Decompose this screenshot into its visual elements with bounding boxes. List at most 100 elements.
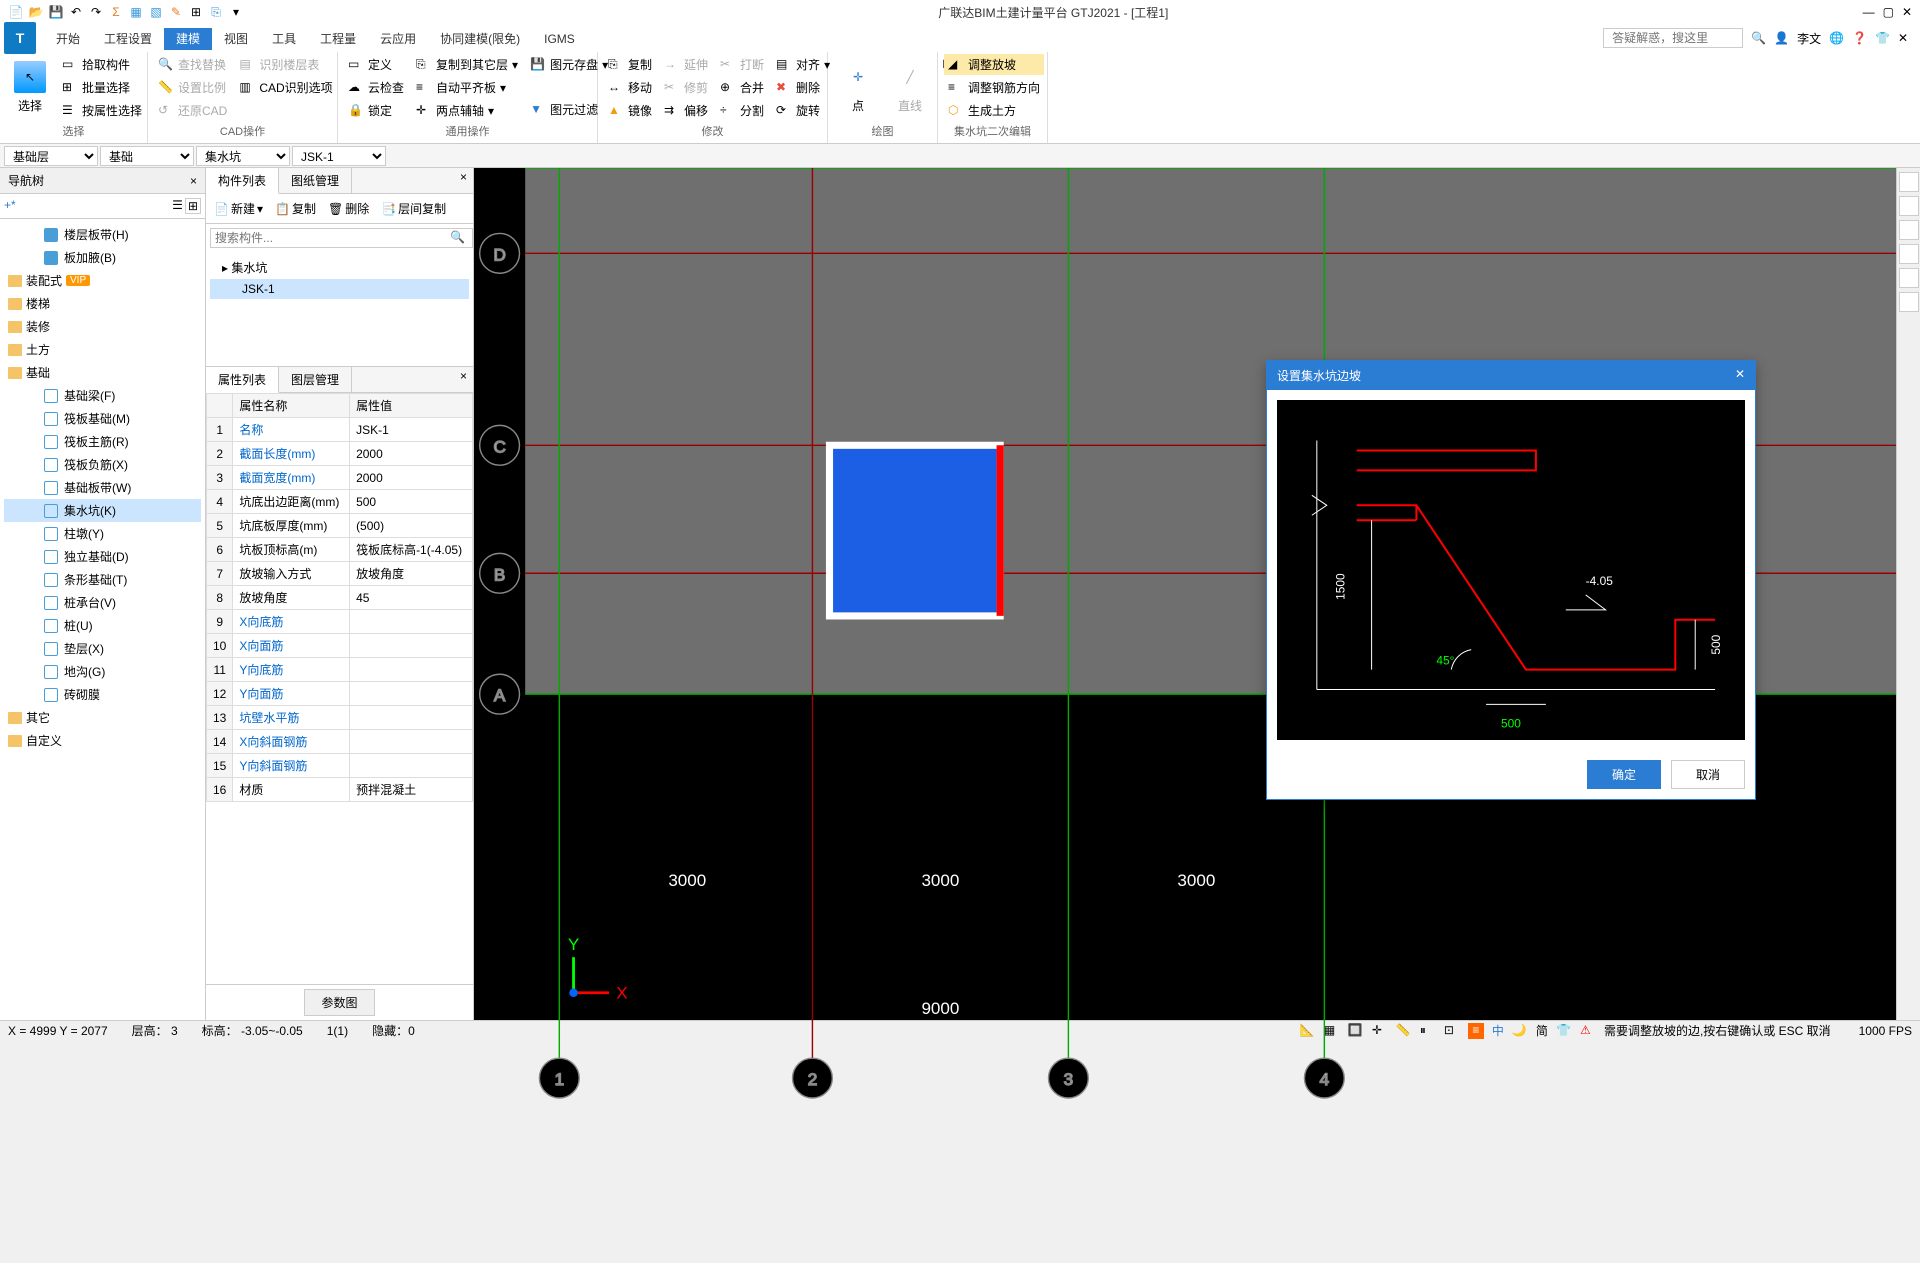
prop-row[interactable]: 3截面宽度(mm)2000	[207, 466, 473, 490]
tree-category[interactable]: 楼梯	[4, 292, 201, 315]
view3d-icon[interactable]	[1899, 172, 1919, 192]
qat-dropdown-icon[interactable]: ▾	[228, 4, 244, 20]
prop-row[interactable]: 14X向斜面钢筋	[207, 730, 473, 754]
app-icon[interactable]: T	[4, 22, 36, 54]
rotate-button[interactable]: ⟳旋转	[772, 100, 834, 121]
window-maximize[interactable]: ▢	[1883, 5, 1894, 19]
tab-drawing-mgr[interactable]: 图纸管理	[279, 168, 352, 193]
cloud-check-button[interactable]: ☁云检查	[344, 77, 408, 98]
prop-row[interactable]: 10X向面筋	[207, 634, 473, 658]
dialog-ok-button[interactable]: 确定	[1587, 760, 1661, 789]
skin-icon[interactable]: 👕	[1875, 31, 1890, 45]
copy-to-floor-button[interactable]: ⎘复制到其它层 ▾	[412, 54, 522, 75]
offset-button[interactable]: ⇉偏移	[660, 100, 712, 121]
prop-row[interactable]: 5坑底板厚度(mm)(500)	[207, 514, 473, 538]
delete-button[interactable]: ✖删除	[772, 77, 834, 98]
dialog-cancel-button[interactable]: 取消	[1671, 760, 1745, 789]
tab-layer-mgr[interactable]: 图层管理	[279, 367, 352, 392]
tree-item[interactable]: 板加腋(B)	[4, 246, 201, 269]
panel-close-icon[interactable]: ×	[190, 174, 197, 188]
aux-axis-button[interactable]: ✛两点辅轴 ▾	[412, 100, 522, 121]
qat-undo-icon[interactable]: ↶	[68, 4, 84, 20]
tree-item[interactable]: 条形基础(T)	[4, 568, 201, 591]
tree-item[interactable]: 垫层(X)	[4, 637, 201, 660]
view-orbit-icon[interactable]	[1899, 268, 1919, 288]
qat-tool3-icon[interactable]: ▧	[148, 4, 164, 20]
lock-button[interactable]: 🔒锁定	[344, 100, 408, 121]
type-select[interactable]: 集水坑	[196, 146, 290, 166]
prop-row[interactable]: 15Y向斜面钢筋	[207, 754, 473, 778]
qat-tool2-icon[interactable]: ▦	[128, 4, 144, 20]
split-button[interactable]: ÷分割	[716, 100, 768, 121]
tab-component-list[interactable]: 构件列表	[206, 168, 279, 194]
menu-tab-3[interactable]: 视图	[212, 28, 260, 50]
nav-list-icon[interactable]: ☰	[172, 198, 183, 214]
prop-row[interactable]: 4坑底出边距离(mm)500	[207, 490, 473, 514]
prop-row[interactable]: 12Y向面筋	[207, 682, 473, 706]
tree-item[interactable]: 筏板主筋(R)	[4, 430, 201, 453]
search-icon[interactable]: 🔍	[1751, 31, 1766, 45]
menu-tab-1[interactable]: 工程设置	[92, 28, 164, 50]
nav-add-icon[interactable]: +*	[4, 198, 16, 214]
view-top-icon[interactable]	[1899, 196, 1919, 216]
param-diagram-button[interactable]: 参数图	[304, 989, 374, 1016]
prop-row[interactable]: 7放坡输入方式放坡角度	[207, 562, 473, 586]
auto-level-button[interactable]: ≡自动平齐板 ▾	[412, 77, 522, 98]
tree-item[interactable]: 基础梁(F)	[4, 384, 201, 407]
adjust-slope-button[interactable]: ◢调整放坡	[944, 54, 1044, 75]
comp-tree-item[interactable]: JSK-1	[210, 279, 469, 299]
mirror-button[interactable]: ▲镜像	[604, 100, 656, 121]
menu-tab-0[interactable]: 开始	[44, 28, 92, 50]
select-button[interactable]: ↖ 选择	[6, 54, 54, 121]
qat-open-icon[interactable]: 📂	[28, 4, 44, 20]
cad-recog-options-button[interactable]: ▥CAD识别选项	[235, 77, 336, 98]
tree-item[interactable]: 桩(U)	[4, 614, 201, 637]
menu-tab-6[interactable]: 云应用	[368, 28, 428, 50]
tree-item[interactable]: 独立基础(D)	[4, 545, 201, 568]
menu-tab-8[interactable]: IGMS	[532, 28, 587, 50]
qat-tool6-icon[interactable]: ⎘	[208, 4, 224, 20]
align-button[interactable]: ▤对齐 ▾	[772, 54, 834, 75]
pick-component-button[interactable]: ▭拾取构件	[58, 54, 146, 75]
tree-item[interactable]: 砖砌膜	[4, 683, 201, 706]
menu-tab-7[interactable]: 协同建模(限免)	[428, 28, 532, 50]
comp-floor-copy-button[interactable]: 📑层间复制	[377, 198, 450, 219]
prop-row[interactable]: 1名称JSK-1	[207, 418, 473, 442]
comp-new-button[interactable]: 📄新建 ▾	[210, 198, 267, 219]
copy-button[interactable]: ⎘复制	[604, 54, 656, 75]
prop-row[interactable]: 6坑板顶标高(m)筏板底标高-1(-4.05)	[207, 538, 473, 562]
tree-item[interactable]: 基础板带(W)	[4, 476, 201, 499]
panel-minimize-icon[interactable]: ×	[454, 168, 473, 193]
menu-tab-4[interactable]: 工具	[260, 28, 308, 50]
tree-item[interactable]: 桩承台(V)	[4, 591, 201, 614]
select-by-prop-button[interactable]: ☰按属性选择	[58, 100, 146, 121]
dialog-close-button[interactable]: ✕	[1735, 367, 1745, 384]
help-search-input[interactable]	[1603, 28, 1743, 48]
tree-item[interactable]: 集水坑(K)	[4, 499, 201, 522]
menu-tab-5[interactable]: 工程量	[308, 28, 368, 50]
tree-category[interactable]: 土方	[4, 338, 201, 361]
tree-item[interactable]: 筏板负筋(X)	[4, 453, 201, 476]
tree-item[interactable]: 楼层板带(H)	[4, 223, 201, 246]
qat-tool5-icon[interactable]: ⊞	[188, 4, 204, 20]
view-side-icon[interactable]	[1899, 244, 1919, 264]
user-icon[interactable]: 👤	[1774, 31, 1789, 45]
tree-item[interactable]: 柱墩(Y)	[4, 522, 201, 545]
define-button[interactable]: ▭定义	[344, 54, 408, 75]
move-button[interactable]: ↔移动	[604, 77, 656, 98]
qat-tool1-icon[interactable]: Σ	[108, 4, 124, 20]
menu-tab-2[interactable]: 建模	[164, 28, 212, 50]
tree-category[interactable]: 装修	[4, 315, 201, 338]
window-close[interactable]: ✕	[1902, 5, 1912, 19]
comp-copy-button[interactable]: 📋复制	[271, 198, 320, 219]
category-select[interactable]: 基础	[100, 146, 194, 166]
prop-row[interactable]: 13坑壁水平筋	[207, 706, 473, 730]
adjust-rebar-button[interactable]: ≡调整钢筋方向	[944, 77, 1044, 98]
gen-earthwork-button[interactable]: ⬡生成土方	[944, 100, 1044, 121]
tab-property-list[interactable]: 属性列表	[206, 367, 279, 393]
tree-category[interactable]: 装配式 VIP	[4, 269, 201, 292]
qat-redo-icon[interactable]: ↷	[88, 4, 104, 20]
globe-icon[interactable]: 🌐	[1829, 31, 1844, 45]
prop-row[interactable]: 2截面长度(mm)2000	[207, 442, 473, 466]
user-name[interactable]: 李文	[1797, 30, 1821, 47]
